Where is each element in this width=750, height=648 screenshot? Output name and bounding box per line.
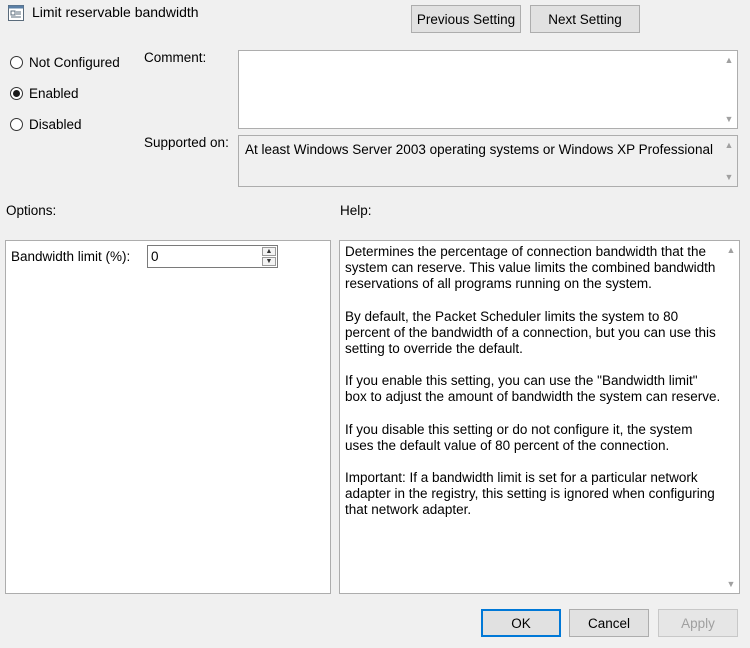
supported-on-label: Supported on:: [144, 135, 229, 150]
policy-setting-icon: [8, 5, 24, 21]
help-paragraph: Important: If a bandwidth limit is set f…: [345, 470, 715, 518]
options-label: Options:: [6, 203, 57, 218]
bandwidth-limit-spinbox[interactable]: 0 ▲ ▼: [147, 245, 278, 268]
help-paragraph: Determines the percentage of connection …: [345, 244, 716, 292]
bandwidth-limit-input[interactable]: 0: [151, 249, 159, 264]
scroll-down-icon[interactable]: ▼: [723, 577, 739, 591]
next-setting-button[interactable]: Next Setting: [530, 5, 640, 33]
cancel-button[interactable]: Cancel: [569, 609, 649, 637]
radio-enabled[interactable]: Enabled: [10, 86, 79, 101]
help-panel: Determines the percentage of connection …: [339, 240, 740, 594]
supported-on-value: At least Windows Server 2003 operating s…: [245, 142, 713, 157]
scroll-up-icon[interactable]: ▲: [721, 53, 737, 67]
dialog-title: Limit reservable bandwidth: [32, 4, 199, 20]
previous-setting-button[interactable]: Previous Setting: [411, 5, 521, 33]
comment-scrollbar[interactable]: ▲ ▼: [721, 51, 737, 128]
scroll-down-icon[interactable]: ▼: [721, 170, 737, 184]
comment-textarea[interactable]: ▲ ▼: [238, 50, 738, 129]
radio-disabled-label: Disabled: [29, 117, 82, 132]
scroll-up-icon[interactable]: ▲: [723, 243, 739, 257]
scroll-down-icon[interactable]: ▼: [721, 112, 737, 126]
help-text: Determines the percentage of connection …: [345, 244, 722, 535]
supported-on-field: At least Windows Server 2003 operating s…: [238, 135, 738, 187]
radio-not-configured[interactable]: Not Configured: [10, 55, 120, 70]
supported-scrollbar[interactable]: ▲ ▼: [721, 136, 737, 186]
options-panel: Bandwidth limit (%): 0 ▲ ▼: [5, 240, 331, 594]
radio-disabled[interactable]: Disabled: [10, 117, 82, 132]
bandwidth-limit-label: Bandwidth limit (%):: [11, 249, 131, 264]
scroll-up-icon[interactable]: ▲: [721, 138, 737, 152]
help-paragraph: If you disable this setting or do not co…: [345, 421, 693, 453]
help-scrollbar[interactable]: ▲ ▼: [723, 241, 739, 593]
radio-not-configured-circle[interactable]: [10, 56, 23, 69]
ok-button[interactable]: OK: [481, 609, 561, 637]
spin-up-icon[interactable]: ▲: [262, 247, 276, 256]
radio-enabled-circle[interactable]: [10, 87, 23, 100]
radio-not-configured-label: Not Configured: [29, 55, 120, 70]
help-paragraph: If you enable this setting, you can use …: [345, 373, 721, 405]
spin-down-icon[interactable]: ▼: [262, 257, 276, 266]
radio-disabled-circle[interactable]: [10, 118, 23, 131]
radio-enabled-label: Enabled: [29, 86, 79, 101]
help-label: Help:: [340, 203, 372, 218]
comment-label: Comment:: [144, 50, 207, 65]
apply-button[interactable]: Apply: [658, 609, 738, 637]
help-paragraph: By default, the Packet Scheduler limits …: [345, 308, 716, 357]
